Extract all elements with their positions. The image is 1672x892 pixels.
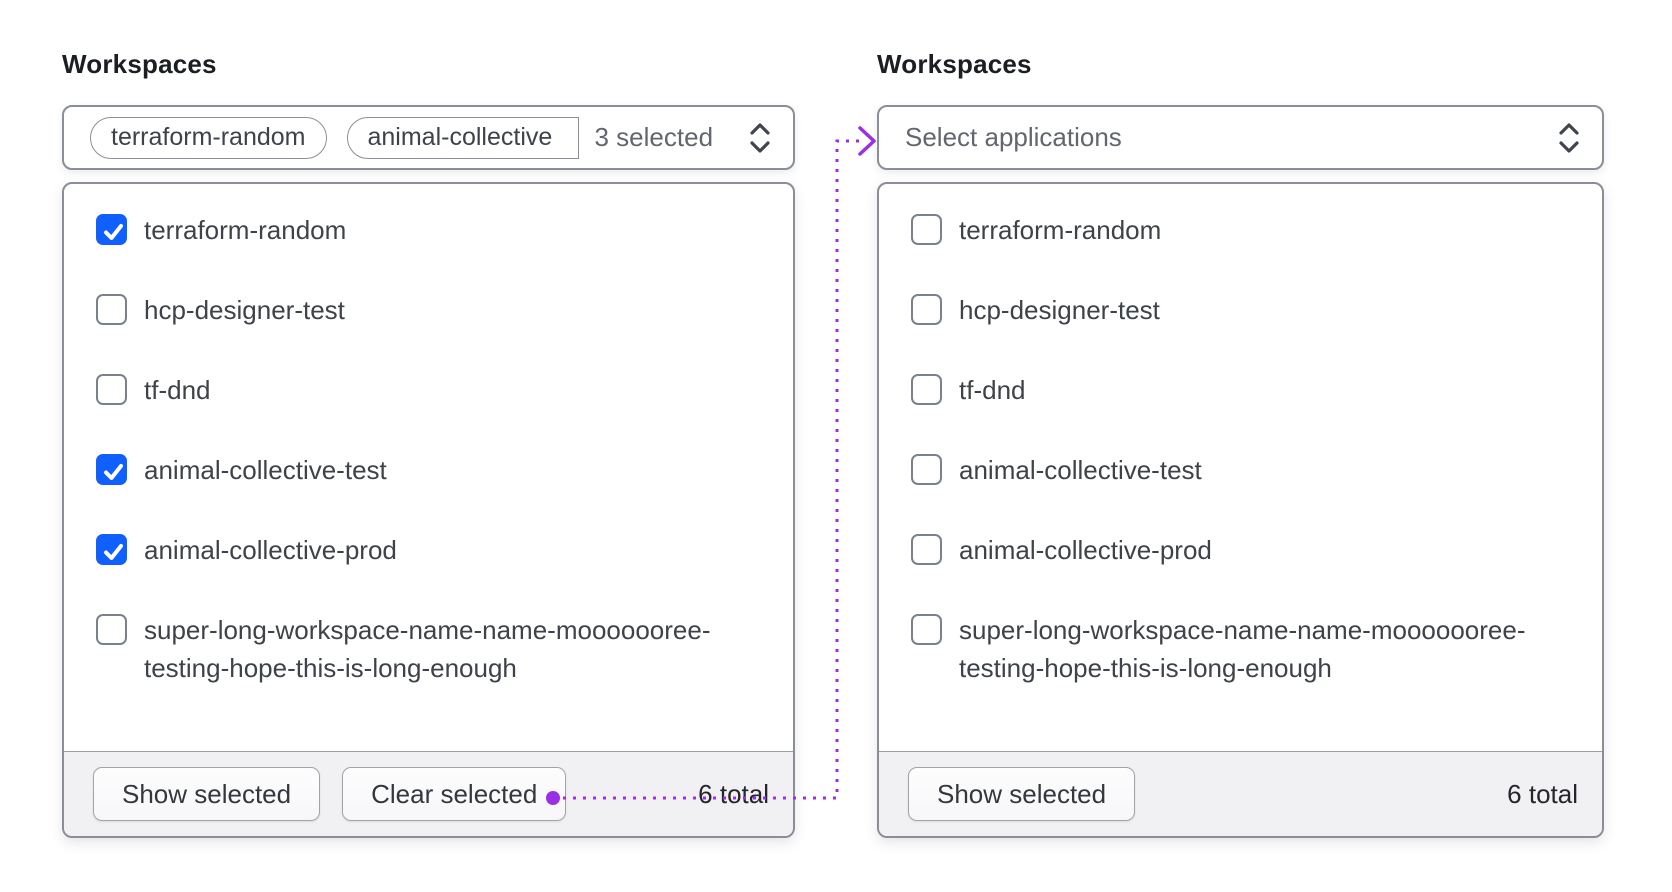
field-label: Workspaces [877,49,1032,79]
show-selected-button[interactable]: Show selected [908,767,1136,821]
checkbox[interactable] [96,454,127,485]
list-item[interactable]: super-long-workspace-name-name-moooooore… [64,590,793,708]
option-label: super-long-workspace-name-name-moooooore… [144,615,711,683]
option-label: hcp-designer-test [959,295,1160,325]
list-item[interactable]: animal-collective-prod [64,510,793,590]
option-label: animal-collective-test [144,455,387,485]
field-label: Workspaces [62,49,217,79]
option-label: animal-collective-prod [144,535,397,565]
list-item[interactable]: terraform-random [64,190,793,270]
option-label: hcp-designer-test [144,295,345,325]
multiselect-trigger[interactable]: Select applications [877,105,1604,170]
show-selected-button[interactable]: Show selected [93,767,321,821]
list-item[interactable]: animal-collective-test [64,430,793,510]
options-list: terraform-random hcp-designer-test tf-dn… [64,184,793,751]
options-panel: terraform-random hcp-designer-test tf-dn… [62,182,795,838]
total-count: 6 total [698,778,769,809]
option-label: super-long-workspace-name-name-moooooore… [959,615,1526,683]
list-item[interactable]: hcp-designer-test [879,270,1602,350]
clear-selected-button[interactable]: Clear selected [342,767,567,821]
checkbox[interactable] [911,614,942,645]
checkbox[interactable] [911,534,942,565]
selected-count: 3 selected [594,122,714,152]
options-panel: terraform-random hcp-designer-test tf-dn… [877,182,1604,838]
chevron-up-down-icon [1556,119,1582,157]
checkbox[interactable] [96,374,127,405]
checkbox[interactable] [911,374,942,405]
multiselect-trigger[interactable]: terraform-random animal-collective 3 sel… [62,105,795,170]
option-label: terraform-random [959,215,1162,245]
list-item[interactable]: hcp-designer-test [64,270,793,350]
tag-animal-collective[interactable]: animal-collective [346,116,579,159]
checkbox[interactable] [96,294,127,325]
list-item[interactable]: animal-collective-test [879,430,1602,510]
list-item[interactable]: tf-dnd [879,350,1602,430]
trigger-placeholder: Select applications [905,122,1122,152]
workspaces-multiselect-left: Workspaces terraform-random animal-colle… [62,50,795,838]
chevron-up-down-icon [747,119,773,157]
option-label: terraform-random [144,215,347,245]
total-count: 6 total [1507,778,1578,809]
list-item[interactable]: super-long-workspace-name-name-moooooore… [879,590,1602,708]
checkbox[interactable] [911,214,942,245]
checkbox[interactable] [96,614,127,645]
checkbox[interactable] [911,454,942,485]
checkbox[interactable] [96,214,127,245]
tag-terraform-random[interactable]: terraform-random [90,116,327,159]
options-list: terraform-random hcp-designer-test tf-dn… [879,184,1602,751]
option-label: tf-dnd [959,375,1026,405]
panel-footer: Show selected 6 total [879,751,1602,836]
option-label: animal-collective-prod [959,535,1212,565]
list-item[interactable]: animal-collective-prod [879,510,1602,590]
option-label: tf-dnd [144,375,211,405]
list-item[interactable]: tf-dnd [64,350,793,430]
option-label: animal-collective-test [959,455,1202,485]
workspaces-multiselect-right: Workspaces Select applications terraform… [877,50,1604,838]
checkbox[interactable] [96,534,127,565]
panel-footer: Show selected Clear selected 6 total [64,751,793,836]
checkbox[interactable] [911,294,942,325]
selected-tags: terraform-random animal-collective [90,116,579,159]
list-item[interactable]: terraform-random [879,190,1602,270]
